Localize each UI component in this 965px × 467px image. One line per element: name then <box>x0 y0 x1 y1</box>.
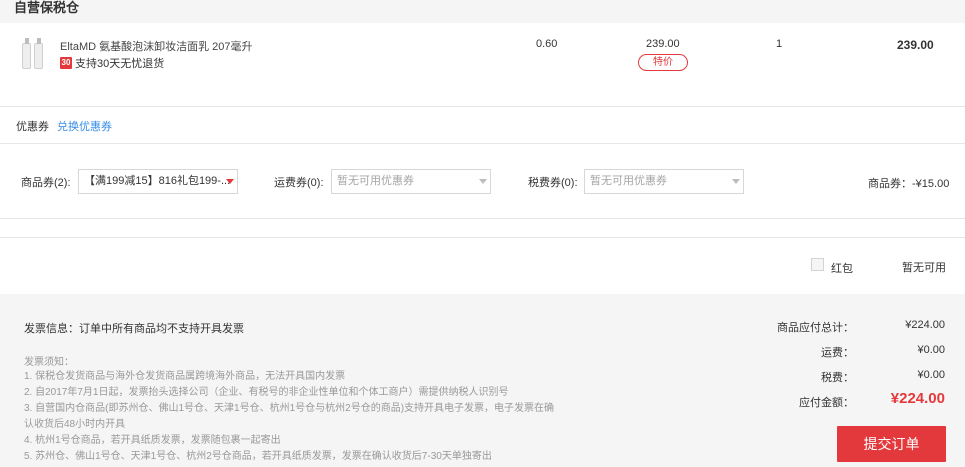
invoice-notice-line: 4. 杭州1号仓商品，若开具纸质发票，发票随包裹一起寄出 <box>24 435 281 446</box>
invoice-notice-line: 1. 保税仓发货商品与海外仓发货商品属跨境海外商品，无法开具国内发票 <box>24 371 346 382</box>
coupon-discount-amount: 商品券：-¥15.00 <box>868 178 950 190</box>
shipping-value: ¥0.00 <box>917 344 945 356</box>
goods-total-label: 商品应付总计： <box>777 322 854 334</box>
divider <box>0 218 965 219</box>
return-policy: 30 支持30天无忧退货 <box>60 55 164 71</box>
goods-total-value: ¥224.00 <box>905 319 945 331</box>
return-policy-text: 支持30天无忧退货 <box>75 58 165 70</box>
payable-amount: ¥224.00 <box>890 390 945 407</box>
red-packet-status: 暂无可用 <box>902 262 946 274</box>
exchange-coupon-link[interactable]: 兑换优惠券 <box>57 118 112 134</box>
goods-coupon-label: 商品券(2): <box>21 177 71 189</box>
special-price-badge: 特价 <box>638 54 688 71</box>
order-summary-panel: 发票信息：订单中所有商品均不支持开具发票 发票须知： 1. 保税仓发货商品与海外… <box>0 294 965 467</box>
shipping-coupon-select[interactable]: 暂无可用优惠券 <box>331 169 491 194</box>
chevron-down-icon <box>732 179 740 184</box>
invoice-info: 发票信息：订单中所有商品均不支持开具发票 <box>24 323 244 335</box>
invoice-notice-line: 认收货后48小时内开具 <box>24 419 126 430</box>
divider <box>0 237 965 238</box>
invoice-notice-line: 3. 自营国内仓商品(即苏州仓、佛山1号仓、天津1号仓、杭州1号仓与杭州2号仓的… <box>24 403 555 414</box>
tax-label: 税费： <box>821 372 854 384</box>
red-packet-label: 红包 <box>831 263 853 275</box>
product-weight: 0.60 <box>536 38 558 50</box>
warehouse-title: 自营保税仓 <box>14 0 80 15</box>
invoice-notice-title: 发票须知： <box>24 357 74 368</box>
shipping-coupon-placeholder: 暂无可用优惠券 <box>337 175 414 187</box>
tax-coupon-label: 税费券(0): <box>528 177 578 189</box>
shipping-label: 运费： <box>821 347 854 359</box>
divider <box>0 106 965 107</box>
chevron-down-icon <box>479 179 487 184</box>
goods-coupon-selected: 【满199减15】816礼包199-... <box>84 175 231 187</box>
tax-coupon-select[interactable]: 暂无可用优惠券 <box>584 169 744 194</box>
unit-price: 239.00 <box>646 38 680 50</box>
red-packet-checkbox[interactable] <box>811 258 824 271</box>
payable-label: 应付金额： <box>799 397 854 409</box>
tax-value: ¥0.00 <box>917 369 945 381</box>
submit-order-button[interactable]: 提交订单 <box>837 426 946 462</box>
divider <box>0 143 965 144</box>
return-30-day-icon: 30 <box>60 57 72 69</box>
product-bottles-icon[interactable] <box>20 37 46 69</box>
chevron-down-icon <box>226 179 234 184</box>
product-row: EltaMD 氨基酸泡沫卸妆洁面乳 207毫升 30 支持30天无忧退货 0.6… <box>0 23 965 106</box>
warehouse-header: 自营保税仓 <box>0 0 965 23</box>
product-name[interactable]: EltaMD 氨基酸泡沫卸妆洁面乳 207毫升 <box>60 38 253 54</box>
goods-coupon-select[interactable]: 【满199减15】816礼包199-... <box>78 169 238 194</box>
shipping-coupon-label: 运费券(0): <box>274 177 324 189</box>
invoice-notice-line: 5. 苏州仓、佛山1号仓、天津1号仓、杭州2号仓商品，若开具纸质发票，发票在确认… <box>24 451 492 462</box>
invoice-notice-line: 2. 自2017年7月1日起，发票抬头选择公司（企业、有税号的非企业性单位和个体… <box>24 387 509 398</box>
product-quantity: 1 <box>776 38 783 50</box>
coupon-section-title: 优惠券 <box>16 121 49 133</box>
row-total: 239.00 <box>897 38 934 52</box>
tax-coupon-placeholder: 暂无可用优惠券 <box>590 175 667 187</box>
